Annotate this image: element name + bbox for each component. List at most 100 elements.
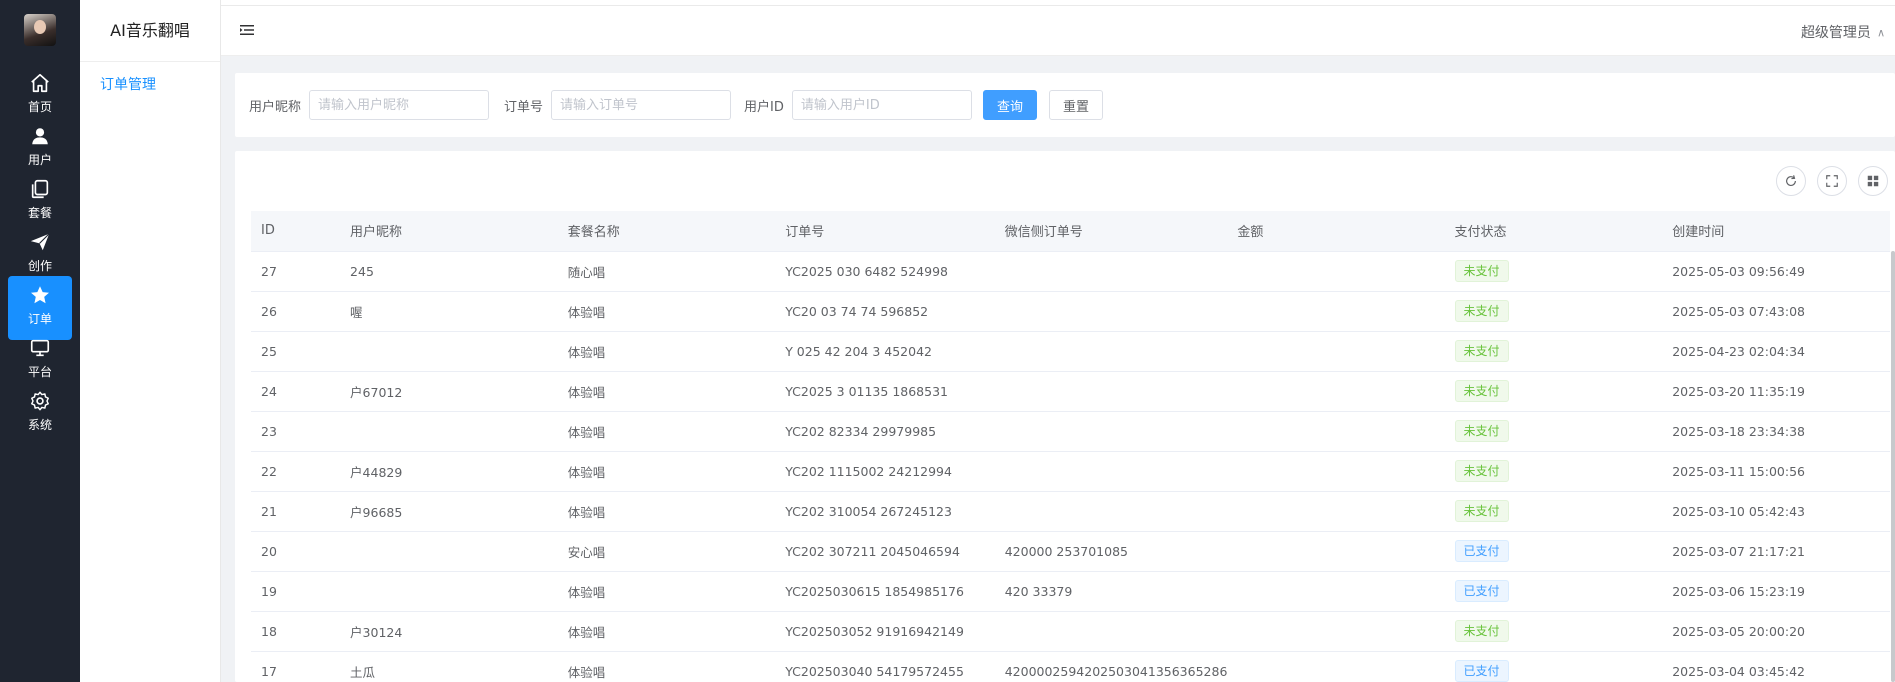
- column-header[interactable]: 用户昵称: [340, 211, 558, 252]
- status-cell: 已支付: [1444, 531, 1663, 572]
- cell-order-no: Y 025 42 204 3 452042: [775, 331, 995, 372]
- column-header[interactable]: 金额: [1227, 211, 1445, 252]
- rail-item-label: 首页: [27, 100, 52, 114]
- expand-icon: [1826, 175, 1838, 187]
- cell-id: 21: [251, 491, 341, 532]
- cell-created: 2025-03-20 11:35:19: [1662, 371, 1890, 412]
- cell-id: 22: [251, 451, 341, 492]
- cell-package: 体验唱: [557, 611, 776, 652]
- rail-item-label: 订单: [27, 312, 52, 326]
- cell-wx-no: [994, 371, 1228, 412]
- table-row[interactable]: 18 户30124 体验唱 YC202503052 91916942149 未支付 202…: [251, 611, 1890, 652]
- order-label: 订单号: [504, 99, 544, 115]
- reset-button[interactable]: 重置: [1049, 90, 1103, 120]
- status-cell: 未支付: [1444, 251, 1663, 292]
- cell-wx-no: [994, 611, 1228, 652]
- column-header[interactable]: ID: [251, 211, 341, 252]
- table-panel: ID 用户昵称 套餐名称 订单号 微信侧订单号 金额 支付状态 创建时间 27 245 随心唱 YC…: [235, 151, 1895, 682]
- cell-created: 2025-03-07 21:17:21: [1662, 531, 1890, 572]
- user-name: 超级管理员: [1800, 25, 1871, 41]
- table-row[interactable]: 26 喔体验唱 YC20 03 74 74 596852 未支付 2025-05-03 …: [251, 291, 1890, 332]
- table-row[interactable]: 17 土瓜 体验唱 YC202503040 54179572455 4200002594…: [251, 651, 1890, 682]
- table-row[interactable]: 27 245 随心唱 YC2025 030 6482 524998 未支付 2025-05…: [251, 251, 1890, 292]
- status-badge: 未支付: [1454, 380, 1509, 402]
- status-badge: 已支付: [1454, 580, 1509, 602]
- user-menu[interactable]: 超级管理员 ∨: [1801, 22, 1885, 42]
- cell-nickname: [340, 411, 558, 452]
- avatar[interactable]: [24, 14, 56, 46]
- cell-amount: [1227, 451, 1445, 492]
- column-header[interactable]: 支付状态: [1444, 211, 1663, 252]
- cell-nickname: [340, 531, 558, 572]
- cell-id: 27: [251, 251, 341, 292]
- cell-id: 18: [251, 611, 341, 652]
- columns-button[interactable]: [1858, 166, 1888, 196]
- cell-nickname: [340, 571, 558, 612]
- cell-created: 2025-03-05 20:00:20: [1662, 611, 1890, 652]
- cell-id: 19: [251, 571, 341, 612]
- status-badge: 未支付: [1454, 300, 1509, 322]
- table-header: ID 用户昵称 套餐名称 订单号 微信侧订单号 金额 支付状态 创建时间: [251, 211, 1890, 252]
- order-input[interactable]: [551, 90, 732, 120]
- cell-created: 2025-05-03 09:56:49: [1662, 251, 1890, 292]
- table-row[interactable]: 19 体验唱 YC2025030615 1854985176 420 33379 已支付…: [251, 571, 1890, 612]
- column-header[interactable]: 订单号: [775, 211, 995, 252]
- table-row[interactable]: 25 体验唱 Y 025 42 204 3 452042 未支付 2025-04-23 …: [251, 331, 1890, 372]
- cell-order-no: YC2025030615 1854985176: [775, 571, 995, 612]
- cell-id: 23: [251, 411, 341, 452]
- cell-created: 2025-04-23 02:04:34: [1662, 331, 1890, 372]
- cell-order-no: YC20 03 74 74 596852: [775, 291, 995, 332]
- column-header[interactable]: 套餐名称: [557, 211, 776, 252]
- cell-id: 17: [251, 651, 341, 682]
- cell-nickname: 户30124: [340, 611, 558, 652]
- nickname-input[interactable]: [309, 90, 490, 120]
- cell-id: 26: [251, 291, 341, 332]
- cell-id: 25: [251, 331, 341, 372]
- userid-input[interactable]: [791, 90, 972, 120]
- chevron-up-icon: ∨: [1876, 27, 1885, 40]
- cell-package: 体验唱: [557, 571, 776, 612]
- status-badge: 已支付: [1454, 660, 1509, 682]
- status-badge: 未支付: [1454, 340, 1509, 362]
- cell-amount: [1227, 291, 1445, 332]
- send-icon: [8, 231, 72, 253]
- table-row[interactable]: 21 户96685 体验唱 YC202 310054 267245123 未支付 2025…: [251, 491, 1890, 532]
- column-header[interactable]: 创建时间: [1662, 211, 1890, 252]
- cell-order-no: YC2025 030 6482 524998: [775, 251, 995, 292]
- status-cell: 未支付: [1444, 331, 1663, 372]
- cell-wx-no: [994, 491, 1228, 532]
- cell-wx-no: [994, 411, 1228, 452]
- vertical-scrollbar[interactable]: [1891, 251, 1895, 682]
- status-badge: 未支付: [1454, 500, 1509, 522]
- rail-item-label: 创作: [27, 259, 52, 273]
- cell-package: 体验唱: [557, 291, 776, 332]
- rail-item-6[interactable]: 系统: [8, 382, 72, 446]
- cell-wx-no: 420 33379: [994, 571, 1228, 612]
- submenu-item-orders[interactable]: 订单管理: [100, 74, 156, 94]
- star-icon: [8, 284, 72, 306]
- cell-package: 体验唱: [557, 331, 776, 372]
- search-button[interactable]: 查询: [983, 90, 1037, 120]
- table-row[interactable]: 20 安心唱 YC202 307211 2045046594 420000 25370…: [251, 531, 1890, 572]
- cell-nickname: 喔: [340, 291, 558, 332]
- cell-wx-no: [994, 451, 1228, 492]
- cell-order-no: YC202 307211 2045046594: [775, 531, 995, 572]
- cell-amount: [1227, 651, 1445, 682]
- column-header[interactable]: 微信侧订单号: [994, 211, 1228, 252]
- table-row[interactable]: 23 体验唱 YC202 82334 29979985 未支付 2025-03-18 2…: [251, 411, 1890, 452]
- cell-amount: [1227, 251, 1445, 292]
- table-row[interactable]: 22 户44829 体验唱 YC202 1115002 24212994 未支付 2025…: [251, 451, 1890, 492]
- menu-toggle-icon[interactable]: [239, 22, 255, 38]
- grid-icon: [1867, 175, 1879, 187]
- fullscreen-button[interactable]: [1817, 166, 1847, 196]
- gear-icon: [8, 390, 72, 412]
- cell-created: 2025-05-03 07:43:08: [1662, 291, 1890, 332]
- cell-order-no: YC202503040 54179572455: [775, 651, 995, 682]
- status-badge: 未支付: [1454, 260, 1509, 282]
- status-cell: 未支付: [1444, 611, 1663, 652]
- cell-nickname: 户96685: [340, 491, 558, 532]
- refresh-button[interactable]: [1776, 166, 1806, 196]
- status-cell: 未支付: [1444, 371, 1663, 412]
- table-row[interactable]: 24 户67012 体验唱 YC2025 3 01135 1868531 未支付 2025…: [251, 371, 1890, 412]
- cell-package: 随心唱: [557, 251, 776, 292]
